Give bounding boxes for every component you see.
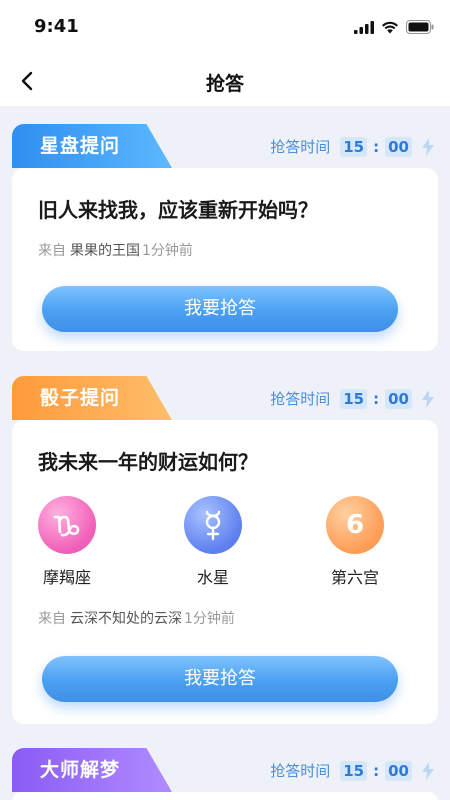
timer-colon: : xyxy=(373,761,380,780)
status-time: 9:41 xyxy=(34,16,79,37)
capricorn-icon xyxy=(38,496,96,554)
status-bar: 9:41 xyxy=(0,0,450,56)
meta-author[interactable]: 云深不知处的云深 xyxy=(70,611,182,627)
dice-label: 摩羯座 xyxy=(42,568,91,587)
nav-bar: 抢答 xyxy=(0,56,450,106)
meta-prefix: 来自 xyxy=(38,611,66,627)
timer-minutes: 15 xyxy=(340,760,368,781)
timer-colon: : xyxy=(373,137,380,156)
question-card: 我未来一年的财运如何？ 摩羯座 水星 6 第六宫 来自 云深不知处的云深 1分钟… xyxy=(12,420,438,724)
house-number: 6 xyxy=(345,510,365,540)
dice-result: 水星 xyxy=(158,496,268,588)
signal-icon xyxy=(354,20,374,34)
dice-label: 水星 xyxy=(196,568,229,587)
grab-answer-button[interactable]: 我要抢答 xyxy=(42,656,398,702)
answer-timer: 抢答时间 15 : 00 xyxy=(270,388,434,409)
section-tag: 骰子提问 xyxy=(12,376,172,420)
answer-timer: 抢答时间 15 : 00 xyxy=(270,136,434,157)
dice-result: 摩羯座 xyxy=(12,496,122,588)
timer-seconds: 00 xyxy=(385,388,412,409)
status-icons xyxy=(354,20,434,34)
timer-minutes: 15 xyxy=(340,388,368,409)
question-card xyxy=(12,792,438,800)
question-text: 旧人来找我，应该重新开始吗？ xyxy=(38,198,318,222)
meta-time: 1分钟前 xyxy=(142,243,193,259)
meta-time: 1分钟前 xyxy=(184,611,235,627)
battery-icon xyxy=(406,20,434,34)
dice-result: 6 第六宫 xyxy=(300,496,410,588)
wifi-icon xyxy=(382,21,398,33)
timer-label: 抢答时间 xyxy=(270,138,331,156)
timer-label: 抢答时间 xyxy=(270,390,331,408)
timer-colon: : xyxy=(373,389,380,408)
section-tag: 大师解梦 xyxy=(12,748,172,792)
timer-label: 抢答时间 xyxy=(270,762,331,780)
dice-result-row: 摩羯座 水星 6 第六宫 xyxy=(12,496,438,592)
question-text: 我未来一年的财运如何？ xyxy=(38,450,258,474)
answer-timer: 抢答时间 15 : 00 xyxy=(270,760,434,781)
section-tag: 星盘提问 xyxy=(12,124,172,168)
timer-seconds: 00 xyxy=(385,760,412,781)
page-title: 抢答 xyxy=(205,73,244,95)
dice-label: 第六宫 xyxy=(330,568,379,587)
question-meta: 来自 果果的王国 1分钟前 xyxy=(38,240,193,260)
question-meta: 来自 云深不知处的云深 1分钟前 xyxy=(38,608,235,628)
meta-prefix: 来自 xyxy=(38,243,66,259)
timer-seconds: 00 xyxy=(385,136,412,157)
grab-answer-button[interactable]: 我要抢答 xyxy=(42,286,398,332)
timer-minutes: 15 xyxy=(340,136,368,157)
meta-author[interactable]: 果果的王国 xyxy=(70,243,140,259)
question-card: 旧人来找我，应该重新开始吗？ 来自 果果的王国 1分钟前 我要抢答 xyxy=(12,168,438,351)
house-six-icon: 6 xyxy=(326,496,384,554)
lightning-icon xyxy=(422,137,434,156)
lightning-icon xyxy=(422,389,434,408)
lightning-icon xyxy=(422,761,434,780)
mercury-icon xyxy=(184,496,242,554)
